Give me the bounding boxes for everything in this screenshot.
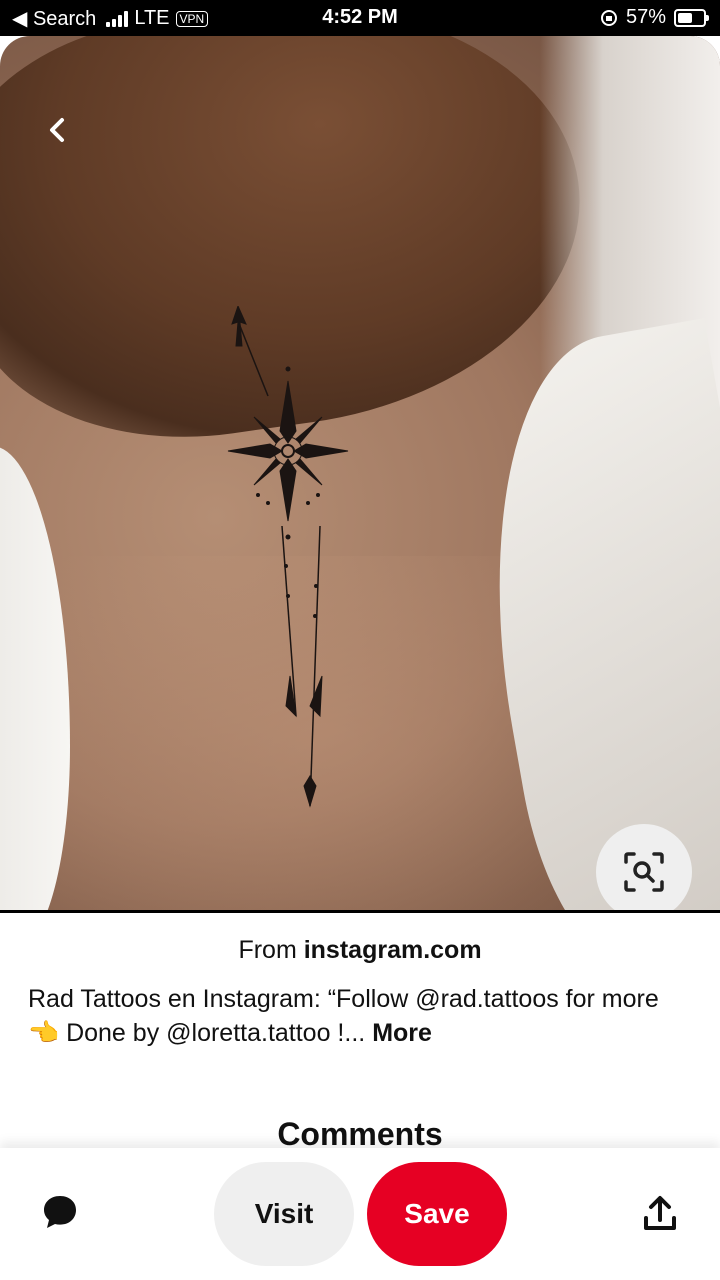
source-prefix: From	[238, 936, 304, 964]
battery-percent: 57%	[625, 6, 666, 28]
pin-image[interactable]	[0, 36, 720, 910]
visit-button[interactable]: Visit	[214, 1162, 354, 1266]
pin-source[interactable]: From instagram.com	[0, 936, 720, 965]
tattoo-illustration	[227, 306, 349, 808]
battery-icon	[674, 8, 709, 27]
shirt-left	[0, 446, 70, 910]
pin-description-text: Rad Tattoos en Instagram: “Follow @rad.t…	[28, 985, 659, 1047]
save-button[interactable]: Save	[367, 1162, 507, 1266]
chevron-left-icon	[50, 118, 64, 142]
status-bar: ◀ Search LTE VPN 4:52 PM 57%	[0, 0, 720, 36]
share-upload-icon[interactable]	[642, 1194, 678, 1234]
visual-search-button[interactable]	[596, 824, 692, 910]
image-divider	[0, 910, 720, 913]
pin-description: Rad Tattoos en Instagram: “Follow @rad.t…	[28, 982, 688, 1050]
visual-search-icon	[624, 852, 664, 892]
chat-bubble-icon[interactable]	[40, 1192, 80, 1232]
more-link[interactable]: More	[372, 1019, 432, 1047]
back-button[interactable]	[34, 106, 82, 154]
action-bar: Visit Save	[0, 1148, 720, 1280]
source-domain-link[interactable]: instagram.com	[304, 936, 482, 964]
status-right: 57%	[600, 6, 709, 29]
orientation-lock-icon	[600, 9, 617, 26]
